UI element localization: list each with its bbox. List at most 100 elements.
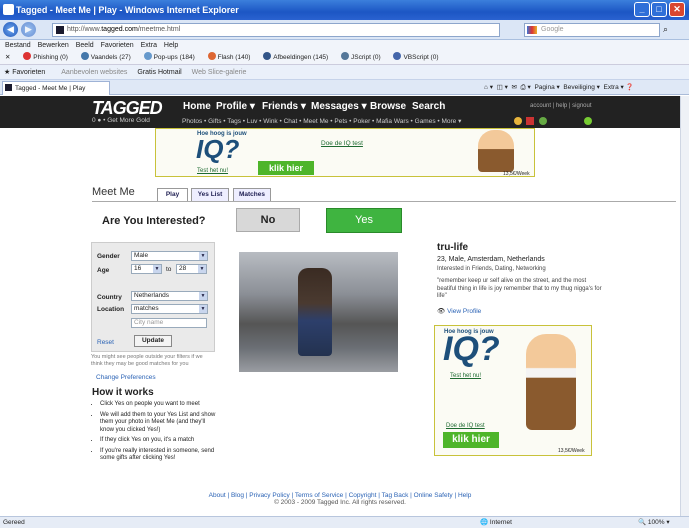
tab-play[interactable]: Play bbox=[157, 188, 188, 202]
zoom-control[interactable]: 🔍 100% ▾ bbox=[638, 517, 670, 528]
tools-menu[interactable]: Extra bbox=[604, 84, 619, 91]
ad-do-test-link[interactable]: Doe de IQ test bbox=[321, 140, 363, 147]
ad-price: 13,5€/Week bbox=[503, 171, 530, 177]
google-icon bbox=[527, 26, 537, 34]
ad-side-iq-text: IQ? bbox=[443, 330, 500, 368]
ad-test-link[interactable]: Test het nu! bbox=[197, 168, 228, 174]
search-icon[interactable]: ⌕ bbox=[663, 24, 668, 35]
window-titlebar: Tagged - Meet Me | Play - Windows Intern… bbox=[0, 0, 689, 20]
ad-side-test-link[interactable]: Test het nu! bbox=[450, 373, 481, 379]
update-button[interactable]: Update bbox=[134, 335, 172, 347]
profile-info: 23, Male, Amsterdam, Netherlands bbox=[437, 256, 545, 263]
home-icon[interactable]: ⌂ ▾ bbox=[484, 84, 493, 91]
print-icon[interactable]: ⎙ ▾ bbox=[521, 84, 531, 91]
gender-select[interactable]: Male ▼ bbox=[131, 251, 208, 261]
nav-friends[interactable]: Friends ▾ bbox=[262, 101, 306, 112]
footer-copyright: © 2003 - 2009 Tagged Inc. All rights res… bbox=[274, 499, 406, 506]
profile-interest: Interested in Friends, Dating, Networkin… bbox=[437, 266, 546, 272]
profile-photo-person bbox=[298, 268, 332, 356]
account-links[interactable]: account | help | signout bbox=[530, 103, 592, 109]
toolbar-link-banners[interactable]: Vaandels (27) bbox=[80, 52, 131, 61]
command-bar: ⌂ ▾ ◫ ▾ ✉ ⎙ ▾ Pagina ▾ Beveiliging ▾ Ext… bbox=[484, 84, 634, 91]
ad-side-price: 13,5€/Week bbox=[558, 448, 585, 454]
list-item: We will add them to your Yes List and sh… bbox=[100, 412, 216, 435]
browser-tab[interactable]: Tagged - Meet Me | Play bbox=[2, 81, 110, 95]
age-from-select[interactable]: 16 ▼ bbox=[131, 264, 162, 274]
menu-bewerken[interactable]: Bewerken bbox=[38, 42, 69, 49]
menu-extra[interactable]: Extra bbox=[141, 42, 157, 49]
status-icon[interactable] bbox=[584, 117, 592, 125]
profile-name[interactable]: tru-life bbox=[437, 242, 468, 253]
maximize-button[interactable]: □ bbox=[651, 2, 667, 17]
menu-help[interactable]: Help bbox=[164, 42, 178, 49]
security-menu[interactable]: Beveiliging bbox=[563, 84, 594, 91]
feeds-icon[interactable]: ◫ ▾ bbox=[497, 84, 508, 91]
location-select[interactable]: matches ▼ bbox=[131, 304, 208, 314]
list-item: If they click Yes on you, it's a match bbox=[100, 437, 216, 445]
nav-browse[interactable]: Browse bbox=[370, 101, 406, 112]
country-select[interactable]: Netherlands ▼ bbox=[131, 291, 208, 301]
gold-link[interactable]: 0 ● • Get More Gold bbox=[92, 117, 150, 124]
search-field[interactable]: Google bbox=[524, 23, 660, 37]
age-label: Age bbox=[97, 267, 110, 274]
no-button[interactable]: No bbox=[236, 208, 300, 232]
professor-side-illustration bbox=[526, 334, 576, 430]
suggested-sites-link[interactable]: Aanbevolen websites bbox=[61, 69, 127, 76]
web-slice-link[interactable]: Web Slice-galerie bbox=[192, 69, 247, 76]
help-icon[interactable]: ❓ bbox=[626, 84, 634, 91]
age-to-select[interactable]: 28 ▼ bbox=[176, 264, 207, 274]
menu-bar: Bestand Bewerken Beeld Favorieten Extra … bbox=[0, 40, 689, 51]
nav-home[interactable]: Home bbox=[183, 101, 211, 112]
gift-icon[interactable] bbox=[526, 117, 534, 125]
scrollbar[interactable] bbox=[680, 96, 689, 516]
list-item: If you're really interested in someone, … bbox=[100, 448, 216, 463]
tab-matches[interactable]: Matches bbox=[233, 188, 271, 202]
toolbar-link-images[interactable]: Afbeeldingen (145) bbox=[263, 52, 328, 61]
toolbar-link-jscript[interactable]: JScript (0) bbox=[341, 52, 381, 61]
url-field[interactable]: http://www.tagged.com/meetme.html bbox=[52, 23, 500, 37]
toolbar-link-vbscript[interactable]: VBScript (0) bbox=[393, 52, 439, 61]
ad-side-click-button[interactable]: klik hier bbox=[443, 432, 499, 448]
smiley-icon[interactable] bbox=[514, 117, 522, 125]
nav-profile[interactable]: Profile ▾ bbox=[216, 101, 255, 112]
favorites-bar: ★ Favorieten Aanbevolen websites Gratis … bbox=[0, 65, 689, 80]
pets-icon[interactable] bbox=[539, 117, 547, 125]
favorites-button[interactable]: ★ Favorieten bbox=[4, 69, 45, 76]
menu-beeld[interactable]: Beeld bbox=[76, 42, 94, 49]
toolbar-link-flash[interactable]: Flash (140) bbox=[207, 52, 250, 61]
mail-icon[interactable]: ✉ bbox=[511, 84, 516, 91]
close-button[interactable]: ✕ bbox=[669, 2, 685, 17]
change-preferences-link[interactable]: Change Preferences bbox=[96, 374, 156, 381]
sub-nav[interactable]: Photos • Gifts • Tags • Luv • Wink • Cha… bbox=[182, 117, 461, 125]
footer-links[interactable]: About | Blog | Privacy Policy | Terms of… bbox=[0, 492, 680, 499]
nav-messages[interactable]: Messages ▾ bbox=[311, 101, 367, 112]
ad-side-do-test-link[interactable]: Doe de IQ test bbox=[446, 423, 485, 429]
view-profile-link[interactable]: 👁 View Profile bbox=[437, 307, 481, 315]
window-title: Tagged - Meet Me | Play - Windows Intern… bbox=[16, 5, 239, 15]
tagged-logo[interactable]: TAGGED bbox=[92, 98, 163, 119]
city-input[interactable]: City name bbox=[131, 318, 207, 328]
country-label: Country bbox=[97, 294, 122, 301]
menu-bestand[interactable]: Bestand bbox=[5, 42, 31, 49]
nav-search[interactable]: Search bbox=[412, 101, 445, 112]
site-favicon-icon bbox=[56, 26, 64, 34]
menu-favorieten[interactable]: Favorieten bbox=[101, 42, 134, 49]
status-text: Gereed bbox=[3, 519, 25, 526]
tab-favicon-icon bbox=[5, 84, 12, 91]
tab-yes-list[interactable]: Yes List bbox=[191, 188, 229, 202]
ad-click-button[interactable]: klik hier bbox=[258, 161, 314, 175]
reset-link[interactable]: Reset bbox=[97, 339, 114, 346]
page-title: Meet Me bbox=[92, 186, 135, 198]
professor-illustration bbox=[478, 130, 514, 172]
page-menu[interactable]: Pagina bbox=[534, 84, 554, 91]
back-icon[interactable]: ◀ bbox=[3, 22, 18, 37]
minimize-button[interactable]: _ bbox=[634, 2, 650, 17]
close-toolbar-icon[interactable]: ✕ bbox=[5, 54, 10, 61]
filter-toolbar: ✕ Phishing (0) Vaandels (27) Pop-ups (18… bbox=[0, 51, 689, 65]
forward-icon[interactable]: ▶ bbox=[21, 22, 36, 37]
toolbar-link-phishing[interactable]: Phishing (0) bbox=[23, 52, 68, 61]
hotmail-link[interactable]: Gratis Hotmail bbox=[137, 69, 181, 76]
yes-button[interactable]: Yes bbox=[326, 208, 402, 233]
toolbar-link-popups[interactable]: Pop-ups (184) bbox=[143, 52, 195, 61]
footer: About | Blog | Privacy Policy | Terms of… bbox=[0, 492, 680, 506]
